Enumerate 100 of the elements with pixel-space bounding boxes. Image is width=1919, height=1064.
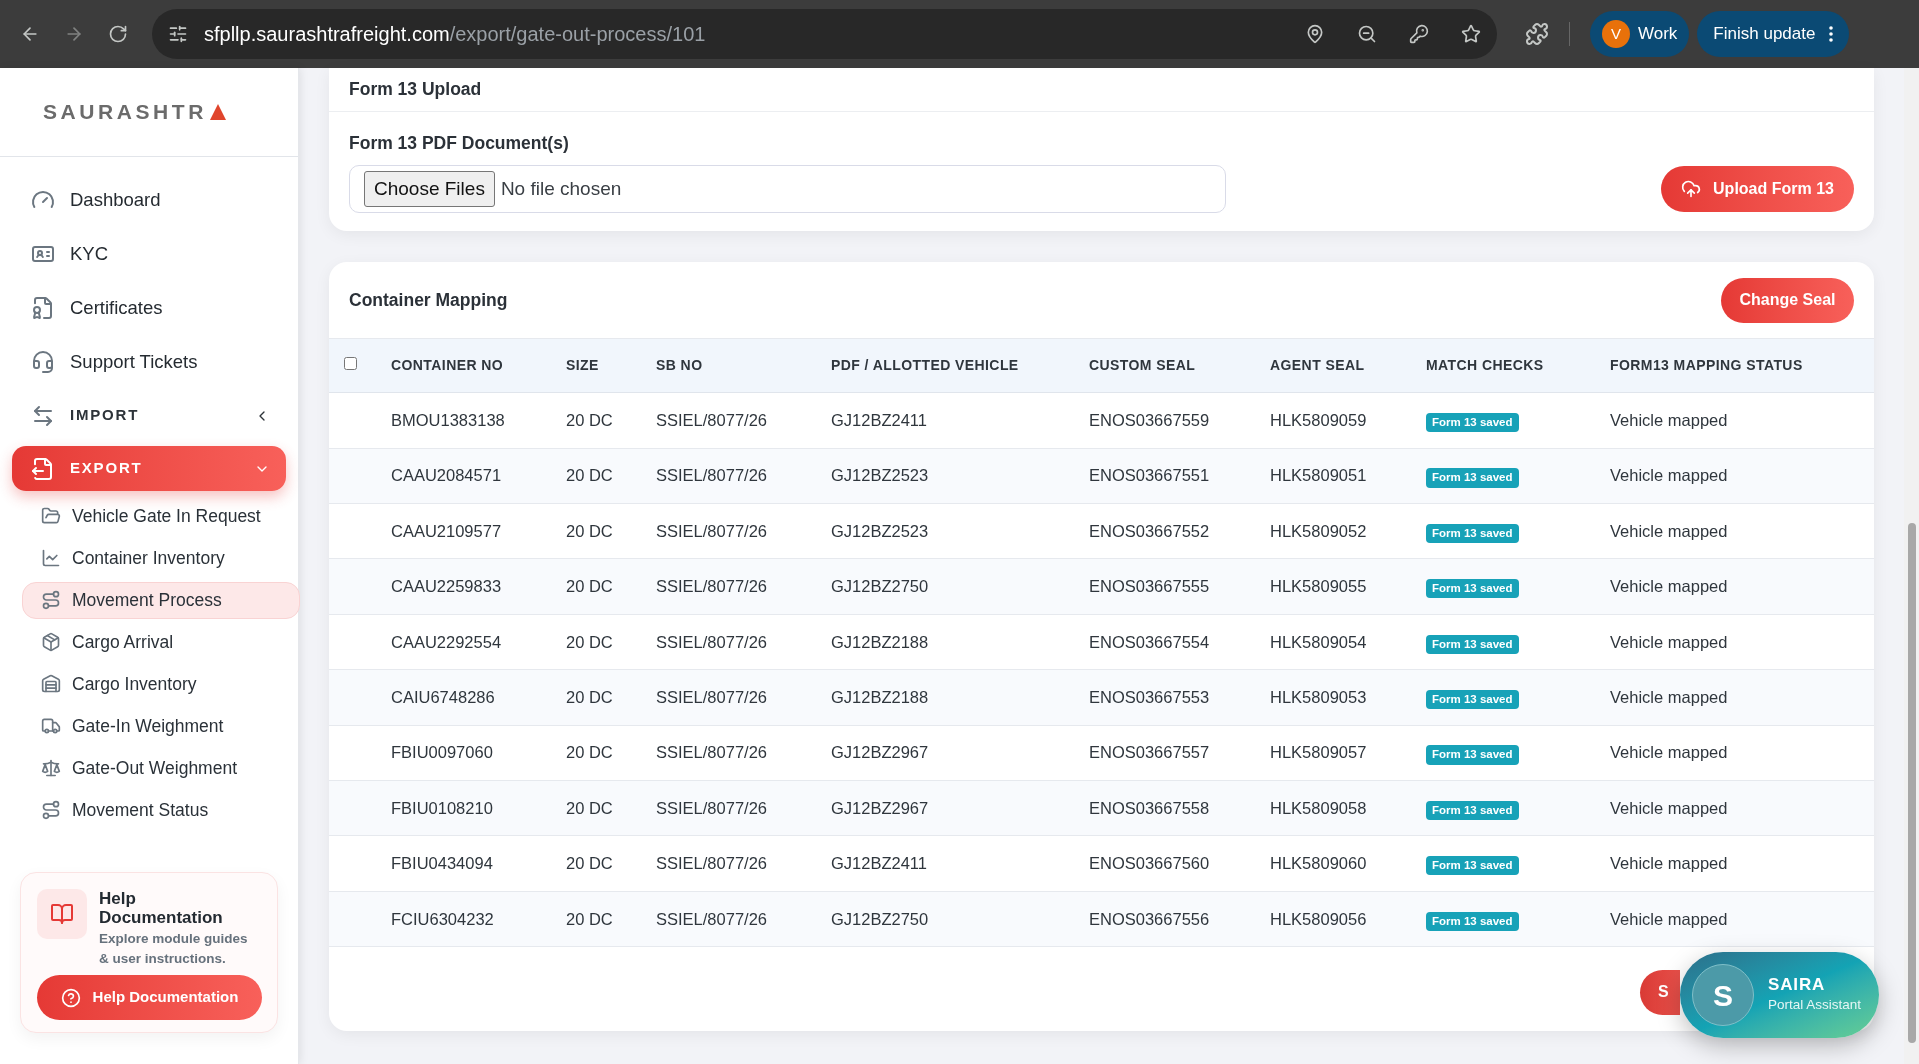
- nav-subitem[interactable]: Cargo Arrival: [22, 623, 300, 661]
- table-cell: ENOS03667551: [1089, 466, 1210, 485]
- table-cell: SSIEL/8077/26: [656, 577, 767, 596]
- file-input-field[interactable]: Choose Files No file chosen: [349, 165, 1226, 214]
- table-cell: ENOS03667553: [1089, 688, 1210, 706]
- nav-item[interactable]: Support Tickets: [12, 339, 286, 385]
- table-cell: GJ12BZ2411: [831, 411, 927, 430]
- address-bar[interactable]: sfpllp.saurashtrafreight.com/export/gate-out-process/101: [152, 9, 1497, 59]
- status-badge: Form 13 saved: [1426, 856, 1519, 876]
- table-cell: Vehicle mapped: [1610, 854, 1728, 873]
- nav-section[interactable]: IMPORT: [12, 393, 286, 438]
- finish-update-button[interactable]: Finish update: [1697, 11, 1850, 57]
- table-cell: GJ12BZ2523: [831, 466, 929, 485]
- assistant-subtitle: Portal Assistant: [1768, 996, 1862, 1014]
- choose-files-button[interactable]: Choose Files: [364, 171, 495, 208]
- table-cell: SSIEL/8077/26: [656, 909, 767, 928]
- more-menu-icon: [1829, 26, 1834, 42]
- table-cell: ENOS03667558: [1089, 798, 1210, 817]
- table-cell: GJ12BZ2967: [831, 743, 929, 762]
- line-chart-icon: [41, 548, 61, 568]
- nav-subitem[interactable]: Cargo Inventory: [22, 665, 300, 703]
- status-badge: Form 13 saved: [1426, 745, 1519, 765]
- column-header: AGENT SEAL: [1270, 357, 1365, 374]
- table-cell: ENOS03667555: [1089, 577, 1210, 596]
- logo-triangle-icon: [208, 103, 227, 121]
- nav-item[interactable]: Dashboard: [12, 177, 286, 223]
- assistant-name: SAIRA: [1768, 975, 1826, 995]
- location-icon[interactable]: [1305, 24, 1325, 44]
- table-cell: CAAU2259833: [391, 577, 502, 596]
- table-cell: ENOS03667560: [1089, 854, 1210, 873]
- nav-item[interactable]: KYC: [12, 231, 286, 277]
- table-cell: Vehicle mapped: [1610, 411, 1728, 430]
- help-title: Help Documentation: [99, 889, 224, 927]
- truck-icon: [41, 716, 61, 736]
- table-cell: Vehicle mapped: [1610, 743, 1728, 762]
- nav-subitem[interactable]: Gate-In Weighment: [22, 707, 300, 745]
- table-cell: Vehicle mapped: [1610, 632, 1728, 651]
- status-badge: Form 13 saved: [1426, 690, 1519, 710]
- table-cell: 20 DC: [566, 411, 613, 430]
- nav-subitem[interactable]: Movement Status: [22, 791, 300, 829]
- nav-subitem[interactable]: Vehicle Gate In Request: [22, 497, 300, 535]
- table-cell: SSIEL/8077/26: [656, 632, 767, 651]
- zoom-icon[interactable]: [1357, 24, 1377, 44]
- table-cell: 20 DC: [566, 466, 613, 485]
- table-cell: SSIEL/8077/26: [656, 854, 767, 873]
- scale-icon: [41, 758, 61, 778]
- save-button[interactable]: S: [1640, 969, 1680, 1015]
- table-cell: SSIEL/8077/26: [656, 521, 767, 540]
- nav-subitem[interactable]: Container Inventory: [22, 539, 300, 577]
- table-cell: GJ12BZ2411: [831, 854, 927, 873]
- table-cell: HLK5809059: [1270, 411, 1367, 430]
- table-cell: HLK5809058: [1270, 798, 1367, 817]
- help-documentation-button[interactable]: Help Documentation: [37, 975, 262, 1020]
- table-cell: CAAU2084571: [391, 466, 502, 485]
- table-cell: HLK5809052: [1270, 521, 1367, 540]
- help-description: Explore module guides & user instructions.: [99, 930, 249, 968]
- table-cell: Vehicle mapped: [1610, 521, 1728, 540]
- column-header: FORM13 MAPPING STATUS: [1610, 357, 1803, 374]
- table-cell: SSIEL/8077/26: [656, 466, 767, 485]
- profile-name: Work: [1638, 23, 1678, 46]
- select-all-checkbox[interactable]: [344, 357, 357, 371]
- table-cell: SSIEL/8077/26: [656, 798, 767, 817]
- column-header: CONTAINER NO: [391, 357, 504, 374]
- table-cell: 20 DC: [566, 909, 613, 928]
- table-cell: HLK5809060: [1270, 854, 1367, 873]
- table-cell: ENOS03667552: [1089, 521, 1210, 540]
- status-badge: Form 13 saved: [1426, 800, 1519, 821]
- column-header: MATCH CHECKS: [1426, 357, 1544, 374]
- table-cell: HLK5809057: [1270, 743, 1367, 762]
- table-cell: 20 DC: [566, 854, 613, 873]
- folder-icon: [41, 506, 61, 526]
- nav-item[interactable]: Certificates: [12, 285, 286, 331]
- table-cell: Vehicle mapped: [1610, 466, 1728, 485]
- logo-text: SAURASHTR: [43, 99, 207, 126]
- nav-subitem[interactable]: Gate-Out Weighment: [22, 749, 300, 787]
- status-badge: Form 13 saved: [1426, 523, 1519, 544]
- status-badge: Form 13 saved: [1426, 579, 1519, 599]
- table-cell: FBIU0434094: [391, 854, 493, 873]
- status-badge: Form 13 saved: [1426, 634, 1519, 654]
- table-cell: HLK5809055: [1270, 577, 1367, 596]
- table-cell: GJ12BZ2523: [831, 521, 929, 540]
- table-cell: ENOS03667554: [1089, 632, 1210, 651]
- table-cell: 20 DC: [566, 632, 613, 651]
- profile-button[interactable]: V Work: [1590, 11, 1690, 57]
- file-export-icon: [31, 456, 55, 481]
- extensions-icon[interactable]: [1525, 22, 1549, 46]
- key-icon[interactable]: [1409, 24, 1429, 44]
- table-cell: ENOS03667556: [1089, 909, 1210, 928]
- nav-section[interactable]: EXPORT: [12, 446, 286, 491]
- help-icon: [60, 987, 81, 1008]
- bookmark-star-icon[interactable]: [1461, 24, 1481, 44]
- cloud-upload-icon: [1681, 179, 1702, 200]
- table-cell: 20 DC: [566, 577, 613, 596]
- change-seal-button[interactable]: Change Seal: [1721, 277, 1854, 323]
- status-badge: Form 13 saved: [1426, 911, 1519, 931]
- table-cell: HLK5809051: [1270, 466, 1367, 485]
- table-cell: FCIU6304232: [391, 909, 494, 928]
- card-title: Container Mapping: [349, 289, 508, 313]
- nav-subitem[interactable]: Movement Process: [22, 581, 300, 619]
- table-cell: HLK5809054: [1270, 632, 1367, 651]
